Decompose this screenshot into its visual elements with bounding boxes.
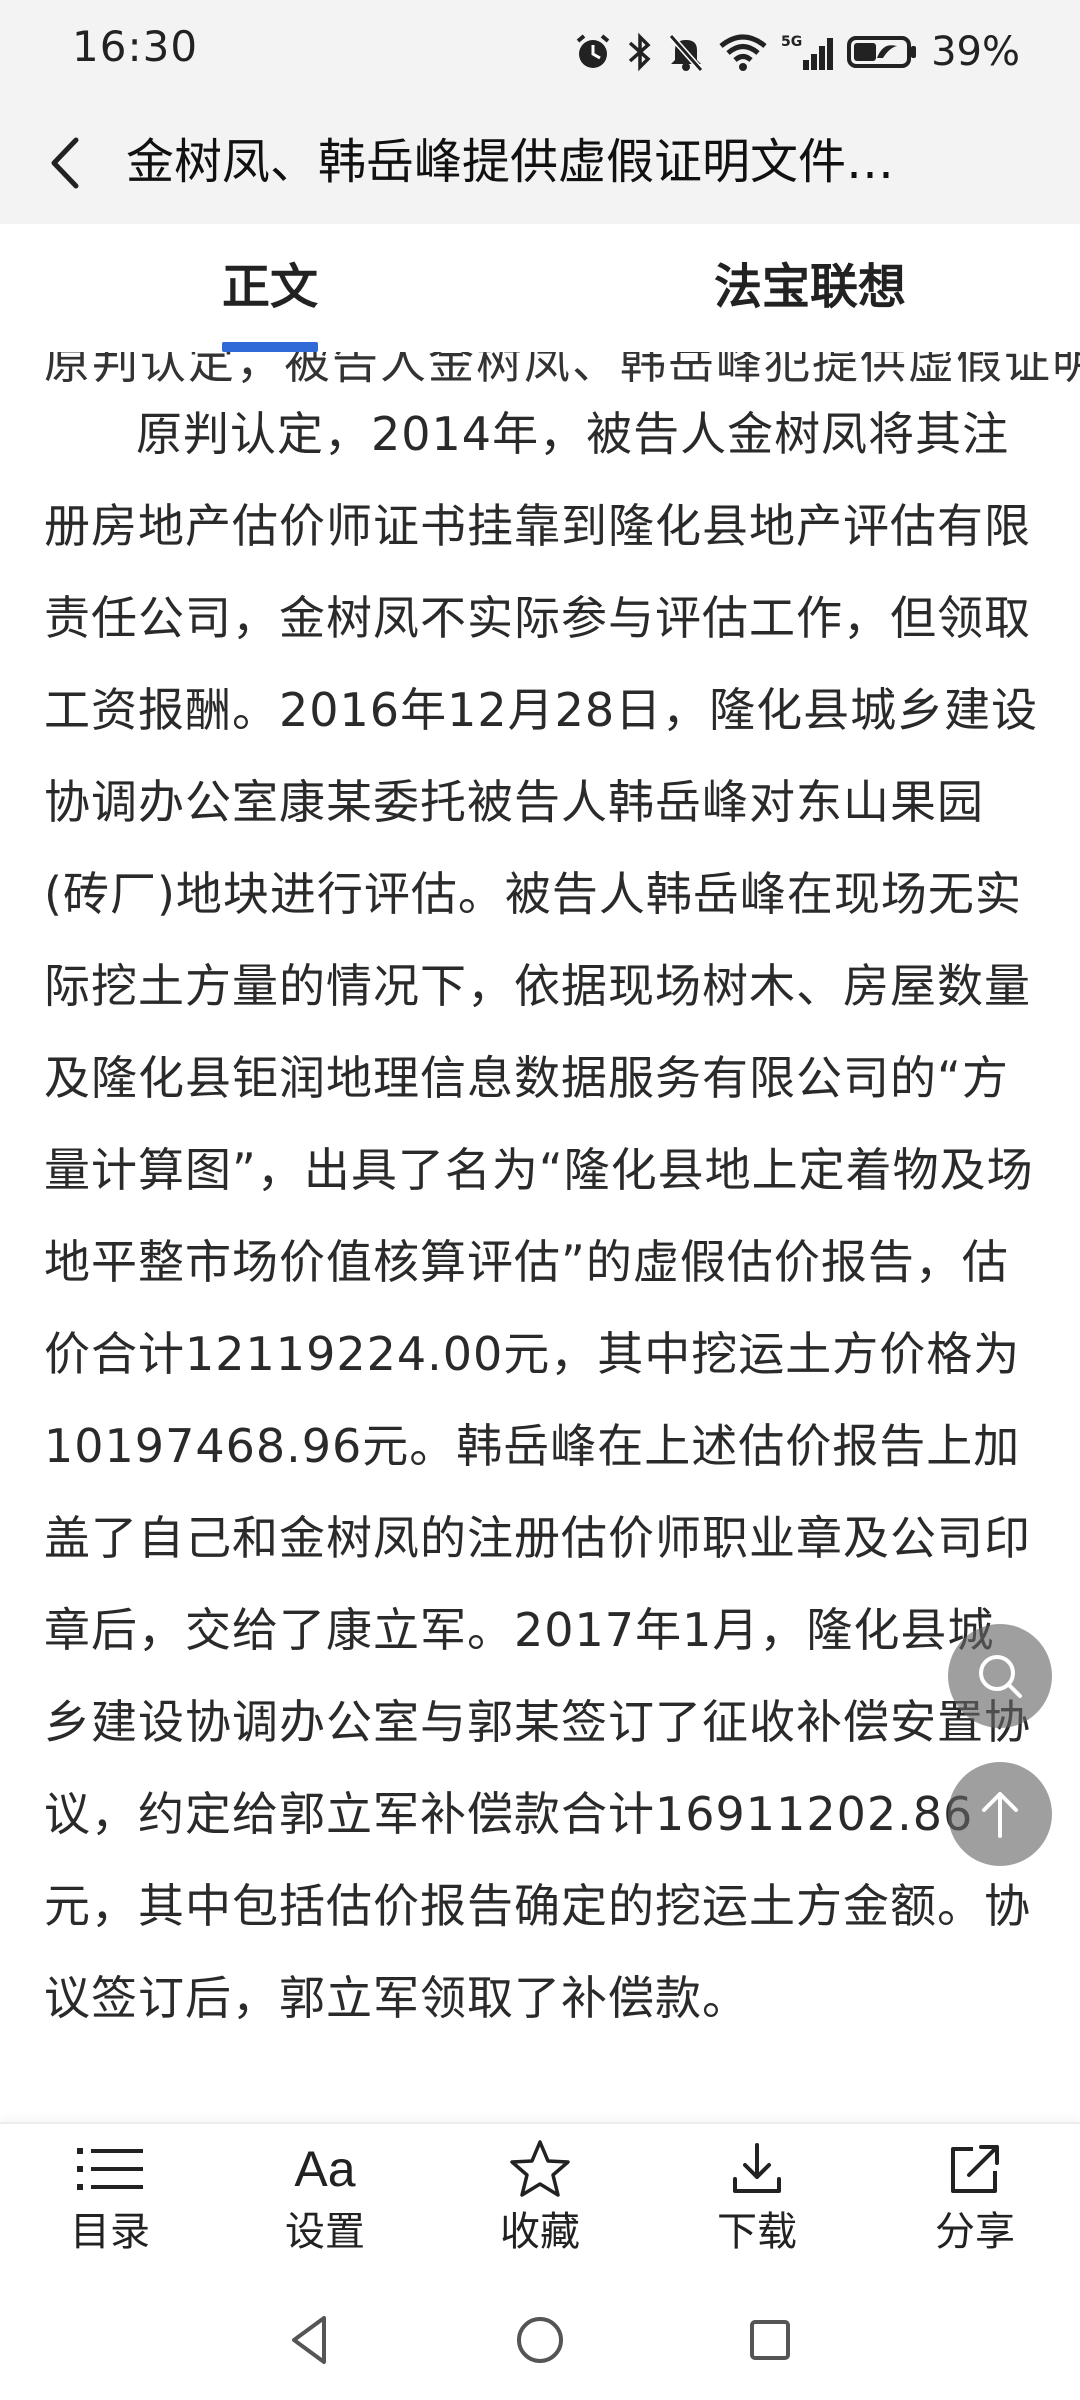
share-label: 分享 bbox=[935, 2209, 1015, 2255]
tab-bar: 正文 法宝联想 bbox=[0, 224, 1080, 354]
bluetooth-icon bbox=[628, 32, 651, 72]
battery-percent: 39% bbox=[931, 29, 1020, 75]
page: 16:30 5G 39% 金树凤、韩岳峰提供虚假证明文件… 正文 法宝联想 原判… bbox=[0, 0, 1080, 2400]
download-icon bbox=[733, 2143, 781, 2193]
bottom-toolbar: 目录 Aa 设置 收藏 下载 分享 bbox=[0, 2122, 1080, 2284]
triangle-back-icon bbox=[292, 2316, 326, 2364]
settings-label: 设置 bbox=[285, 2209, 365, 2255]
page-title: 金树凤、韩岳峰提供虚假证明文件… bbox=[126, 134, 895, 190]
toc-button[interactable]: 目录 bbox=[30, 2134, 190, 2274]
square-recents-icon bbox=[750, 2320, 790, 2360]
download-label: 下载 bbox=[717, 2209, 797, 2255]
active-tab-indicator bbox=[222, 342, 318, 352]
status-time: 16:30 bbox=[72, 22, 199, 71]
tab-main-text[interactable]: 正文 bbox=[170, 252, 370, 332]
svg-text:5G: 5G bbox=[781, 34, 802, 50]
mute-icon bbox=[668, 34, 704, 72]
article-paragraph: 原判认定，2014年，被告人金树凤将其注册房地产估价师证书挂靠到隆化县地产评估有… bbox=[44, 407, 1039, 2025]
favorite-button[interactable]: 收藏 bbox=[460, 2134, 620, 2274]
star-icon bbox=[510, 2140, 570, 2197]
search-icon bbox=[979, 1655, 1022, 1698]
arrow-up-icon bbox=[982, 1792, 1018, 1838]
share-button[interactable]: 分享 bbox=[895, 2134, 1055, 2274]
tab-related[interactable]: 法宝联想 bbox=[660, 252, 960, 332]
alarm-icon bbox=[576, 34, 610, 68]
status-bar: 16:30 5G 39% bbox=[0, 0, 1080, 100]
nav-recents-button[interactable] bbox=[740, 2310, 800, 2370]
system-nav-bar bbox=[0, 2282, 1080, 2400]
back-button[interactable] bbox=[36, 128, 100, 198]
favorite-label: 收藏 bbox=[500, 2209, 580, 2255]
nav-home-button[interactable] bbox=[510, 2310, 570, 2370]
font-size-icon: Aa bbox=[294, 2141, 356, 2197]
title-bar: 金树凤、韩岳峰提供虚假证明文件… bbox=[0, 100, 1080, 224]
status-icons: 5G 39% bbox=[573, 24, 1020, 80]
chevron-left-icon bbox=[51, 137, 79, 189]
circle-home-icon bbox=[517, 2317, 563, 2363]
download-button[interactable]: 下载 bbox=[677, 2134, 837, 2274]
article-content[interactable]: 原判认定，被告人金树凤、韩岳峰犯提供虚假证明文件罪 原判认定，2014年，被告人… bbox=[0, 352, 1080, 2122]
settings-button[interactable]: Aa 设置 bbox=[245, 2134, 405, 2274]
wifi-icon bbox=[719, 34, 767, 71]
search-button[interactable] bbox=[948, 1624, 1052, 1728]
5g-signal-icon: 5G bbox=[781, 34, 834, 70]
battery-icon bbox=[847, 36, 917, 68]
share-icon bbox=[951, 2145, 999, 2193]
scroll-top-button[interactable] bbox=[948, 1762, 1052, 1866]
nav-back-button[interactable] bbox=[280, 2310, 340, 2370]
toc-label: 目录 bbox=[70, 2209, 150, 2255]
list-icon bbox=[77, 2148, 143, 2190]
